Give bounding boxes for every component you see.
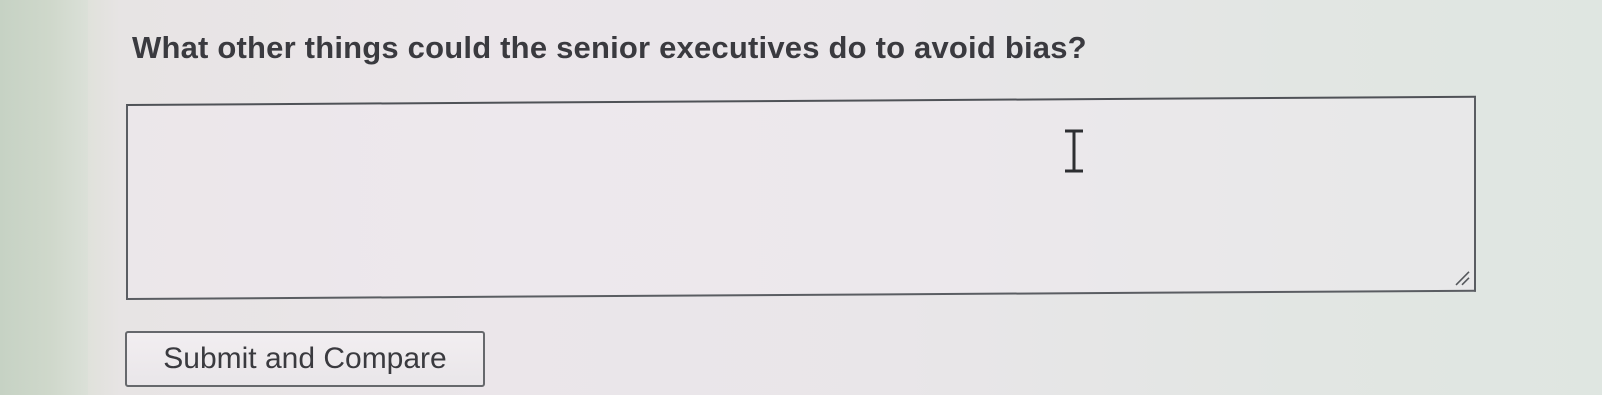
resize-handle-icon[interactable] [1452,268,1470,286]
submit-and-compare-button[interactable]: Submit and Compare [125,331,485,387]
background-left-band [0,0,88,395]
answer-textarea[interactable] [128,97,1474,298]
question-text: What other things could the senior execu… [132,30,1087,65]
answer-textarea-container[interactable] [126,95,1476,300]
ibeam-cursor-icon [1065,129,1083,173]
